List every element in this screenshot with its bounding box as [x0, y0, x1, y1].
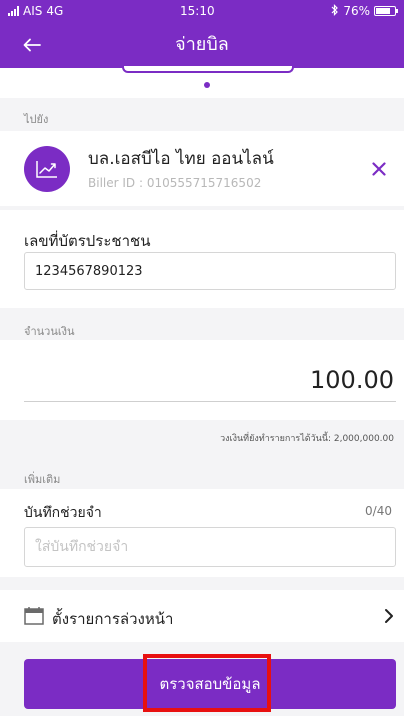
status-left: AIS 4G: [8, 4, 63, 18]
reference-label: เลขที่บัตรประชาชน: [24, 232, 151, 250]
signal-icon: [8, 6, 19, 16]
extra-section-label: เพิ่มเติม: [24, 473, 61, 486]
memo-counter: 0/40: [365, 504, 392, 518]
network-type: 4G: [46, 4, 64, 18]
verify-info-button[interactable]: ตรวจสอบข้อมูล: [24, 659, 396, 709]
biller-name: บล.เอสบีไอ ไทย ออนไลน์: [88, 149, 274, 169]
amount-section-label: จำนวนเงิน: [24, 325, 75, 338]
destination-section-label: ไปยัง: [24, 113, 49, 126]
daily-limit-text: วงเงินที่ยังทำรายการได้วันนี้: 2,000,000…: [220, 434, 394, 444]
biller-id: Biller ID : 010555715716502: [88, 176, 262, 190]
status-bar: AIS 4G 15:10 76%: [0, 0, 404, 22]
chart-up-icon: [24, 146, 70, 192]
schedule-label: ตั้งรายการล่วงหน้า: [52, 610, 174, 628]
close-icon[interactable]: [368, 158, 390, 180]
status-right: 76%: [331, 3, 398, 19]
battery-icon: [373, 6, 398, 16]
memo-input[interactable]: [24, 527, 396, 567]
id-card-number-input[interactable]: [24, 252, 396, 290]
bluetooth-icon: [331, 3, 339, 19]
amount-underline: [24, 401, 396, 402]
nav-bar: จ่ายบิล: [0, 22, 404, 68]
calendar-icon: [24, 606, 44, 626]
account-card-carousel[interactable]: [0, 66, 404, 98]
page-indicator-dot: [204, 82, 210, 88]
account-card[interactable]: [122, 66, 294, 73]
chevron-right-icon[interactable]: [382, 608, 396, 624]
memo-label: บันทึกช่วยจำ: [24, 505, 102, 521]
status-time: 15:10: [180, 4, 215, 18]
carrier-name: AIS: [23, 4, 43, 18]
amount-input[interactable]: 100.00: [310, 366, 394, 394]
battery-percent: 76%: [343, 4, 370, 18]
page-title: จ่ายบิล: [175, 34, 229, 55]
